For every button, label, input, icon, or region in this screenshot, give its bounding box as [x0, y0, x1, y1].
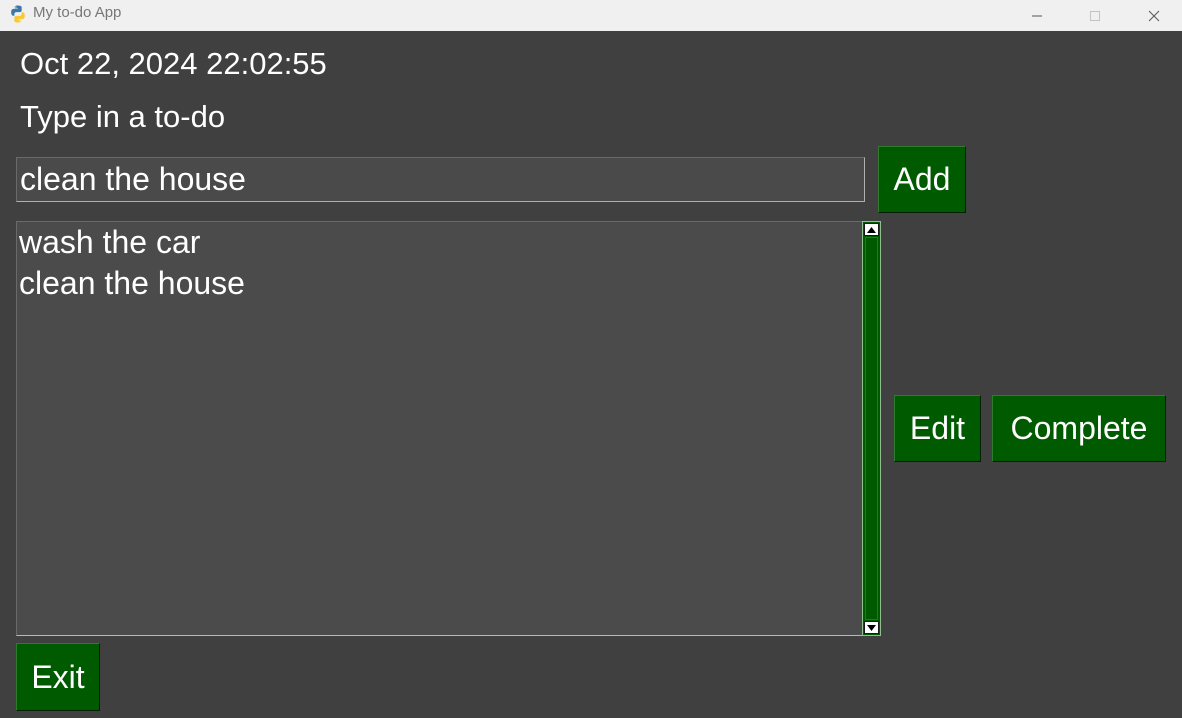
- prompt-label: Type in a to-do: [20, 99, 226, 134]
- minimize-icon[interactable]: [1014, 0, 1060, 31]
- add-button[interactable]: Add: [878, 146, 966, 213]
- scroll-thumb[interactable]: [865, 237, 878, 620]
- edit-button[interactable]: Edit: [894, 395, 981, 462]
- todo-item[interactable]: wash the car: [17, 222, 863, 263]
- complete-button[interactable]: Complete: [992, 395, 1166, 462]
- python-icon: [8, 4, 28, 24]
- window-title: My to-do App: [33, 4, 122, 21]
- scroll-up-icon[interactable]: [864, 223, 879, 236]
- exit-button[interactable]: Exit: [16, 643, 100, 711]
- title-bar: My to-do App: [0, 0, 1182, 31]
- clock-label: Oct 22, 2024 22:02:55: [20, 46, 327, 81]
- todo-list[interactable]: wash the car clean the house: [16, 221, 864, 636]
- maximize-icon[interactable]: [1072, 0, 1118, 31]
- close-icon[interactable]: [1131, 0, 1177, 31]
- scroll-down-icon[interactable]: [864, 621, 879, 634]
- todo-input[interactable]: [16, 157, 865, 202]
- app-window: Oct 22, 2024 22:02:55 Type in a to-do Ad…: [0, 31, 1182, 718]
- todo-item[interactable]: clean the house: [17, 263, 863, 304]
- list-scrollbar[interactable]: [862, 221, 881, 636]
